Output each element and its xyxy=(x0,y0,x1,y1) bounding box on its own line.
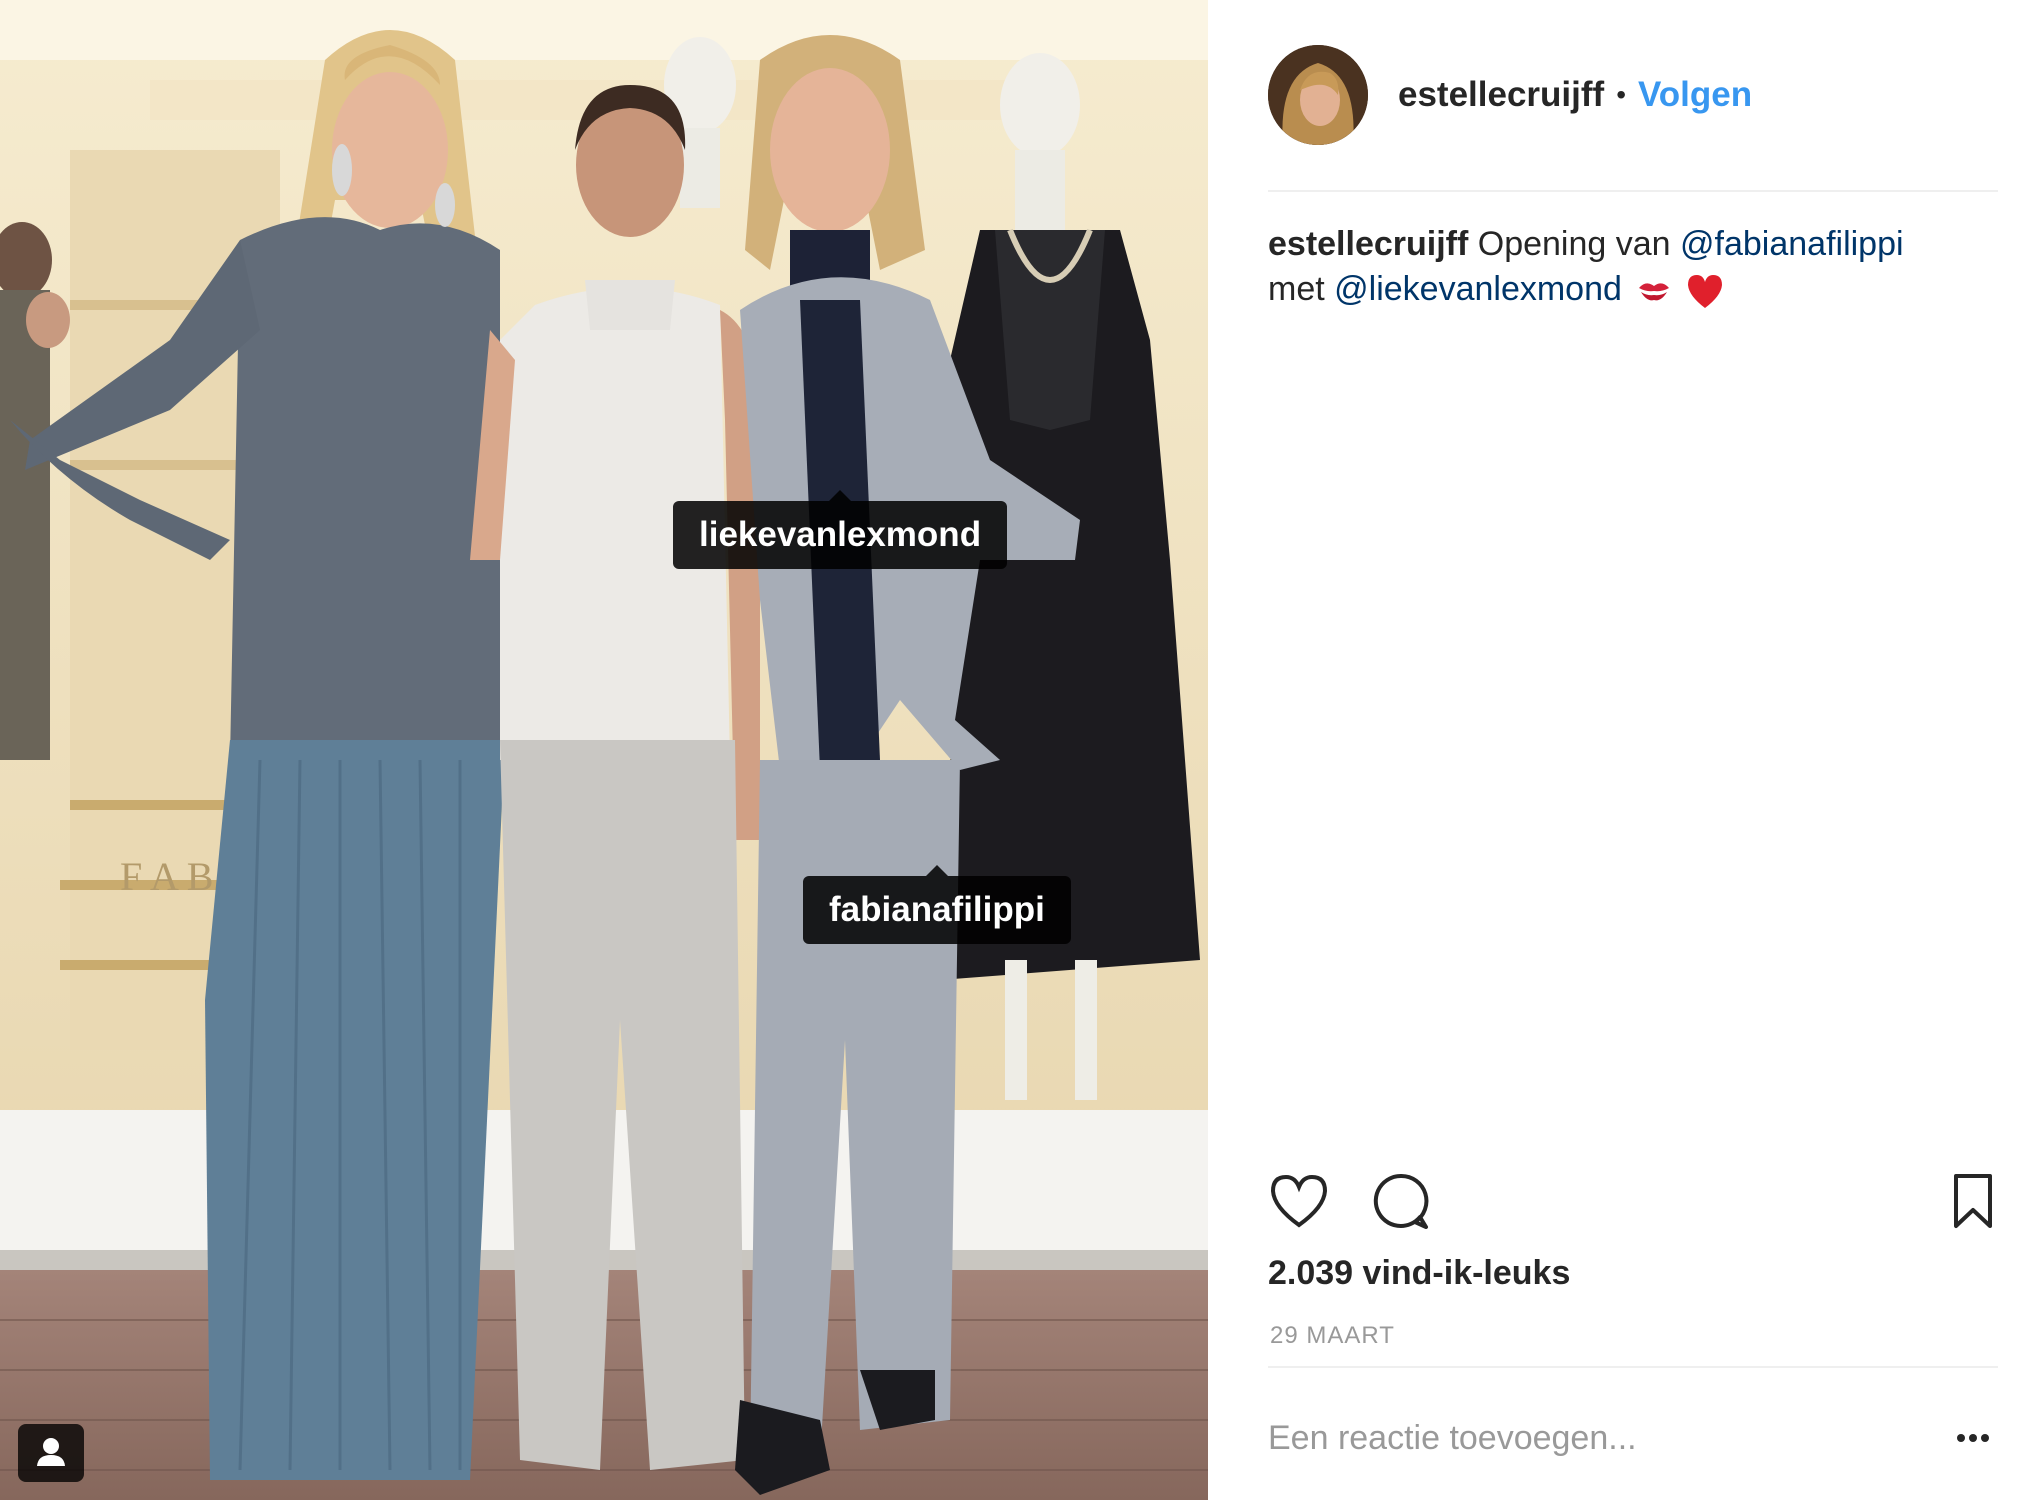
caption-username[interactable]: estellecruijff xyxy=(1268,225,1468,263)
post-image: F A B xyxy=(0,0,1208,1500)
post-photo[interactable]: F A B liekevanlexmond fabianafilippi xyxy=(0,0,1208,1500)
post-date[interactable]: 29 MAART xyxy=(1270,1322,1395,1350)
action-bar xyxy=(1268,1170,1998,1236)
user-tags-button[interactable] xyxy=(18,1424,84,1482)
comment-input[interactable] xyxy=(1268,1408,1938,1468)
profile-avatar[interactable] xyxy=(1268,45,1368,145)
header-divider xyxy=(1268,190,1998,192)
follow-button[interactable]: Volgen xyxy=(1638,75,1752,115)
red-heart-icon xyxy=(1687,275,1722,309)
bookmark-icon[interactable] xyxy=(1948,1170,1998,1232)
heart-icon[interactable] xyxy=(1268,1170,1330,1232)
more-options-icon[interactable] xyxy=(1948,1428,1998,1448)
photo-tag-fabianafilippi[interactable]: fabianafilippi xyxy=(803,865,1071,944)
photo-tag-liekevanlexmond[interactable]: liekevanlexmond xyxy=(673,490,1008,569)
likes-count[interactable]: 2.039 vind-ik-leuks xyxy=(1268,1254,1570,1293)
caption-mention-fabianafilippi[interactable]: @fabianafilippi xyxy=(1680,225,1904,263)
caption-text-2: met xyxy=(1268,270,1335,308)
post-caption: estellecruijff Opening van @fabianafilip… xyxy=(1268,222,1998,312)
post-sidebar: estellecruijff • Volgen estellecruijff O… xyxy=(1208,0,2040,1500)
caption-text-1: Opening van xyxy=(1468,225,1681,263)
caption-mention-liekevanlexmond[interactable]: @liekevanlexmond xyxy=(1334,270,1622,308)
comment-divider xyxy=(1268,1366,1998,1368)
avatar-image xyxy=(1268,45,1368,145)
post-header: estellecruijff • Volgen xyxy=(1268,40,1998,150)
kiss-mark-icon xyxy=(1639,283,1670,301)
separator-dot: • xyxy=(1616,79,1627,110)
person-icon xyxy=(37,1438,65,1466)
comment-row xyxy=(1268,1392,1998,1484)
svg-text:F A B: F A B xyxy=(120,854,213,899)
comment-icon[interactable] xyxy=(1370,1170,1432,1232)
header-username[interactable]: estellecruijff xyxy=(1398,75,1604,115)
